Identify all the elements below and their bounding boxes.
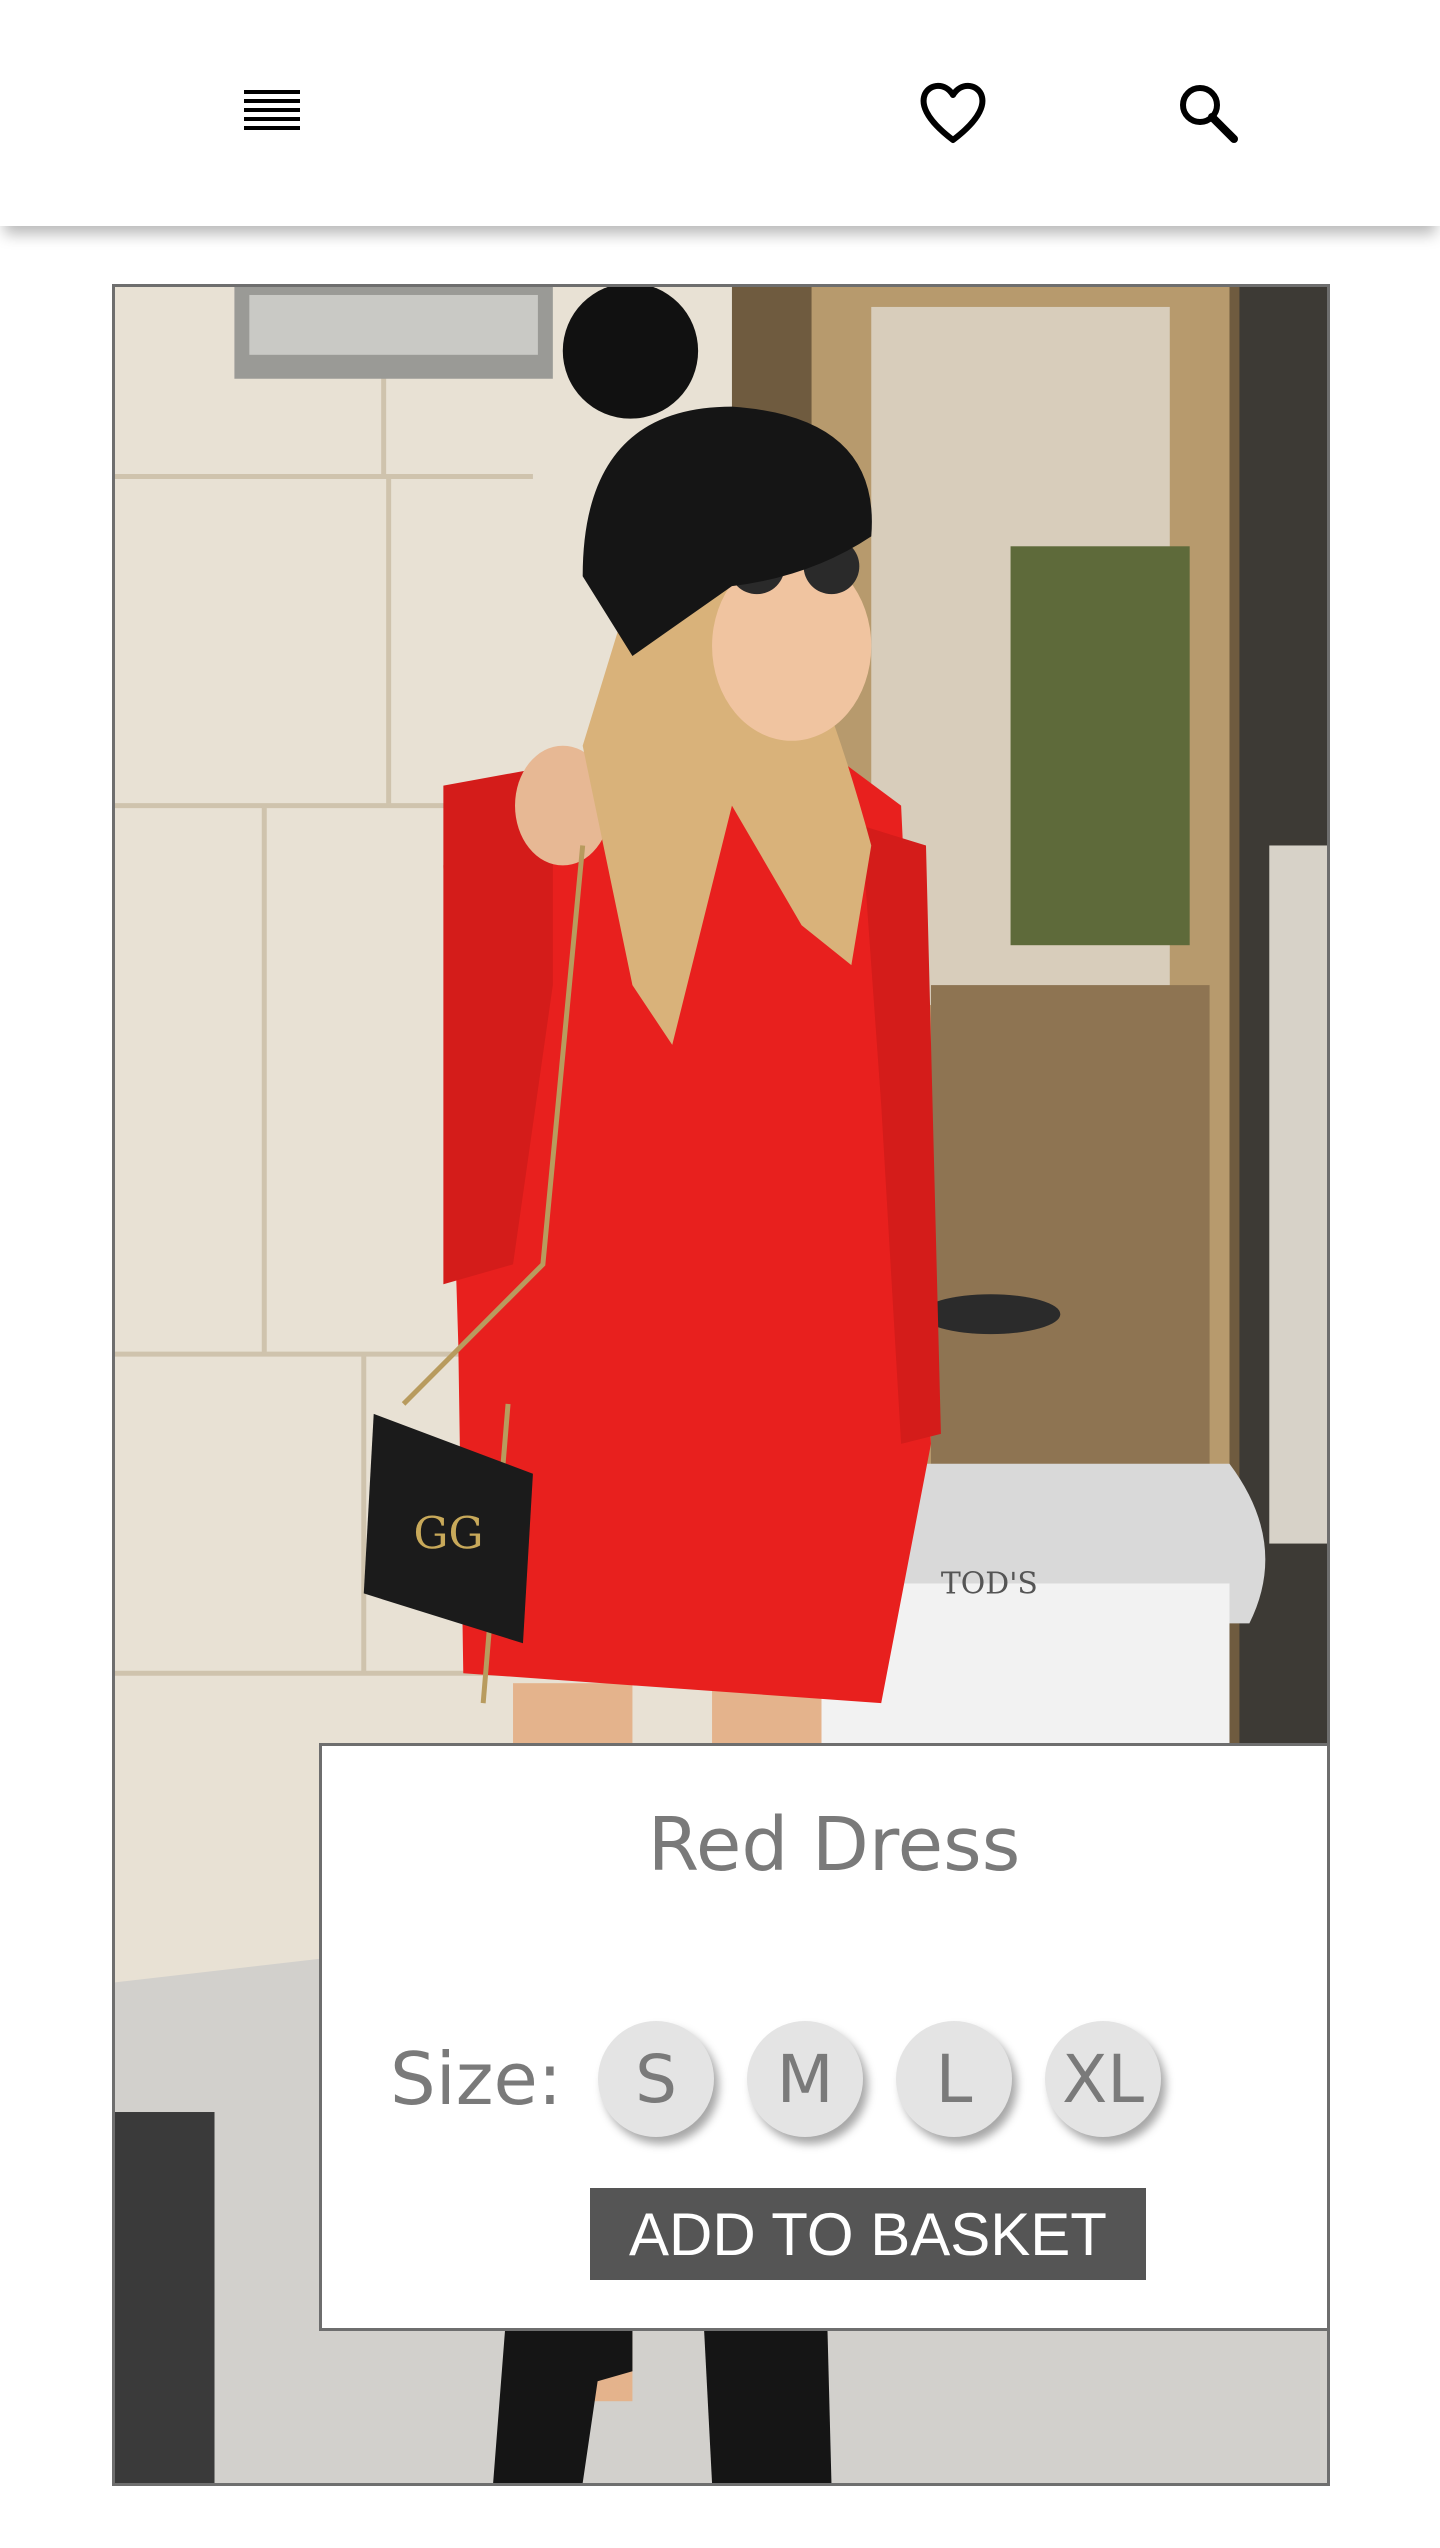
search-button[interactable] <box>1163 68 1253 158</box>
size-option-l[interactable]: L <box>896 2021 1013 2137</box>
add-to-basket-button[interactable]: ADD TO BASKET <box>590 2188 1146 2280</box>
size-selector: Size: S M L XL <box>390 2021 1194 2137</box>
size-option-s[interactable]: S <box>598 2021 715 2137</box>
favorites-button[interactable] <box>908 68 998 158</box>
top-navigation-bar <box>0 0 1440 226</box>
menu-icon <box>244 90 300 130</box>
product-card: TOD'S GG Red Dress Size: S M L XL ADD TO… <box>112 284 1330 2486</box>
search-icon <box>1180 85 1238 143</box>
svg-text:TOD'S: TOD'S <box>941 1566 1038 1601</box>
size-label: Size: <box>390 2037 563 2121</box>
product-name: Red Dress <box>647 1802 1021 1888</box>
svg-text:GG: GG <box>414 1509 484 1560</box>
heart-icon <box>920 82 986 143</box>
menu-button[interactable] <box>227 68 317 158</box>
size-option-xl[interactable]: XL <box>1045 2021 1162 2137</box>
product-info-panel: Red Dress Size: S M L XL ADD TO BASKET <box>319 1743 1327 2331</box>
size-option-m[interactable]: M <box>747 2021 864 2137</box>
